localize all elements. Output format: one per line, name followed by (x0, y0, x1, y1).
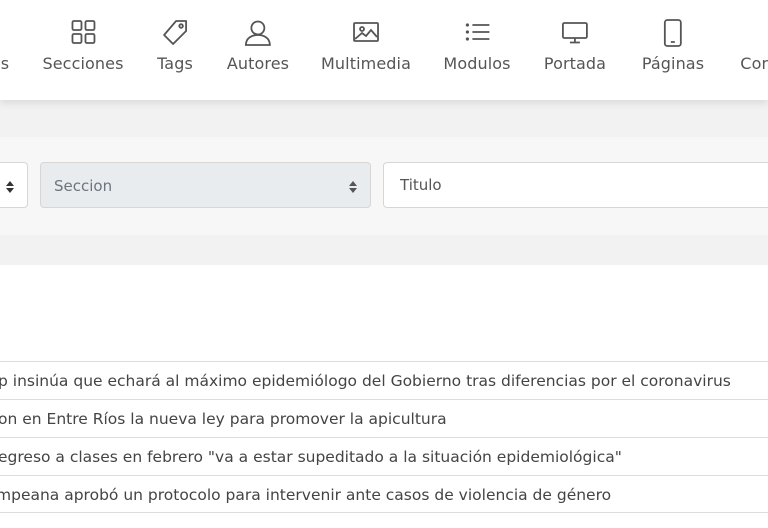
unknown-icon (740, 18, 768, 50)
table-row[interactable]: egreso a clases en febrero "va a estar s… (0, 437, 768, 475)
image-icon (321, 18, 411, 50)
nav-item-config[interactable]: Con (740, 18, 768, 88)
top-navigation: as Secciones Tags Autores (0, 0, 768, 100)
nav-item-autores[interactable]: Autores (227, 18, 289, 88)
user-icon (227, 18, 289, 50)
nav-item-label: Multimedia (321, 54, 411, 73)
article-title: on en Entre Ríos la nueva ley para promo… (0, 410, 447, 428)
nav-item-tags[interactable]: Tags (157, 18, 193, 88)
article-title: mpeana aprobó un protocolo para interven… (0, 486, 612, 504)
article-title: egreso a clases en febrero "va a estar s… (0, 448, 622, 466)
separator-band (0, 100, 768, 137)
nav-item-label: Páginas (641, 54, 705, 73)
mobile-icon (642, 18, 704, 50)
separator-band (0, 235, 768, 265)
title-search-input[interactable] (383, 162, 768, 208)
article-title: p insinúa que echará al máximo epidemiól… (0, 372, 731, 390)
nav-item-modulos[interactable]: Modulos (443, 18, 510, 88)
desktop-icon (544, 18, 606, 50)
nav-item-multimedia[interactable]: Multimedia (321, 18, 411, 88)
nav-item-label: as (0, 54, 10, 73)
filter-select[interactable] (0, 162, 28, 208)
nav-item-secciones[interactable]: Secciones (42, 18, 123, 88)
tag-icon (157, 18, 193, 50)
nav-item-label: Con (740, 54, 768, 73)
nav-item-label: Secciones (42, 54, 124, 73)
nav-item-label: Tags (157, 54, 193, 73)
grid-icon (42, 18, 123, 50)
list-icon (443, 18, 510, 50)
table-row[interactable]: p insinúa que echará al máximo epidemiól… (0, 361, 768, 399)
article-list: p insinúa que echará al máximo epidemiól… (0, 361, 768, 513)
sort-caret-icon (5, 179, 15, 198)
nav-item-paginas[interactable]: Páginas (642, 18, 704, 88)
nav-item-label: Portada (543, 54, 607, 73)
table-row[interactable]: mpeana aprobó un protocolo para interven… (0, 475, 768, 513)
nav-item-label: Autores (226, 54, 290, 73)
sort-caret-icon (348, 179, 358, 198)
filter-bar: Seccion (0, 137, 768, 235)
nav-item-portada[interactable]: Portada (544, 18, 606, 88)
section-select[interactable]: Seccion (40, 162, 371, 208)
nav-item-noticias[interactable]: as (0, 18, 9, 88)
list-icon (0, 18, 9, 50)
table-row[interactable]: on en Entre Ríos la nueva ley para promo… (0, 399, 768, 437)
section-select-placeholder: Seccion (54, 177, 113, 195)
nav-item-label: Modulos (443, 54, 511, 73)
